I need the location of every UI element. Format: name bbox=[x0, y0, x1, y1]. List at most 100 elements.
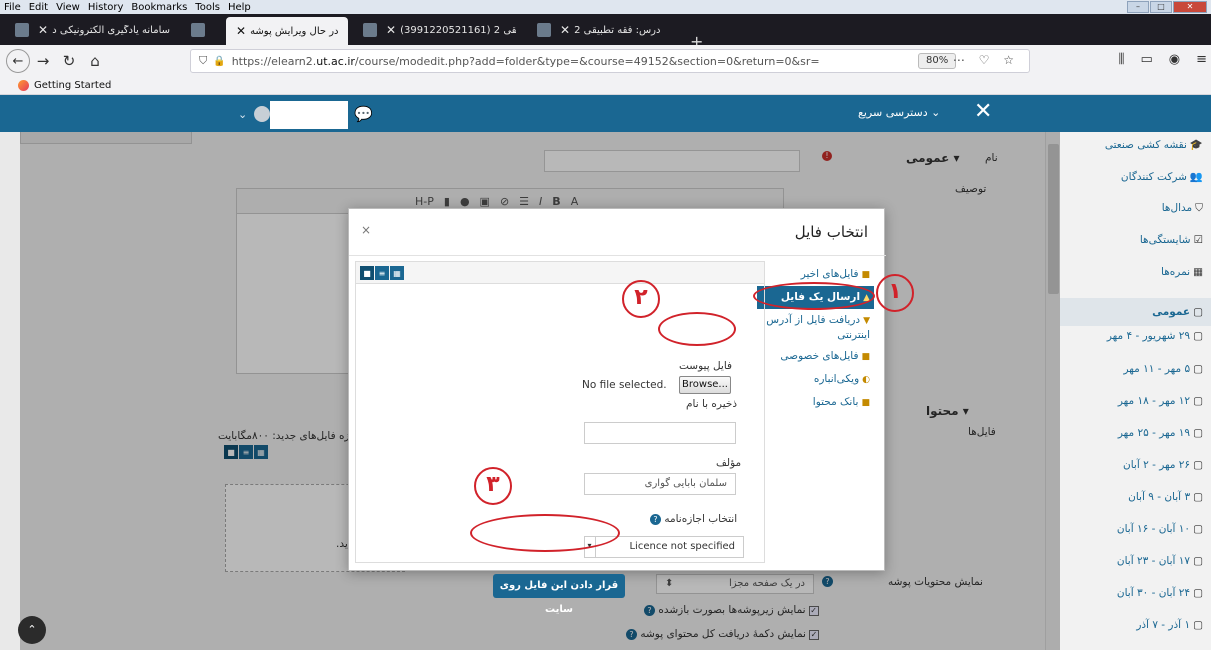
url-prefix: https://elearn2. bbox=[231, 54, 317, 68]
quick-access-menu[interactable]: دسترسی سریع ⌄ bbox=[858, 106, 940, 119]
repo-url-downloader[interactable]: ▼دریافت فایل از آدرس اینترنتی bbox=[757, 309, 874, 345]
menu-history[interactable]: History bbox=[84, 2, 128, 13]
tab-elearning[interactable]: ✕ سامانه یادگیری الکترونیکی دانشگا bbox=[4, 18, 176, 42]
repo-wikimedia[interactable]: ◐ویکی‌انباره bbox=[757, 368, 874, 391]
drawer-item[interactable]: ▢۲۶ مهر - ۲ آبان bbox=[1123, 459, 1203, 471]
library-icon[interactable]: ⫼ bbox=[1118, 52, 1124, 67]
list-view-icon[interactable]: ≡ bbox=[375, 266, 389, 280]
toolbar-right: ⫼ ▭ ◉ ≡ bbox=[1118, 52, 1207, 67]
drawer-item[interactable]: ☑شایستگی‌ها bbox=[1140, 234, 1203, 246]
menu-view[interactable]: View bbox=[52, 2, 84, 13]
close-icon[interactable]: ✕ bbox=[974, 99, 992, 124]
grid-view-icon[interactable]: ▦ bbox=[390, 266, 404, 280]
repo-content-bank[interactable]: ■بانک محتوا bbox=[757, 391, 874, 414]
tracking-shield-icon[interactable]: ⛉ bbox=[199, 54, 207, 68]
account-icon[interactable]: ◉ bbox=[1169, 52, 1180, 67]
menu-bar: File Edit View History Bookmarks Tools H… bbox=[0, 0, 1211, 14]
drawer-item-label: ۳ آبان - ۹ آبان bbox=[1128, 491, 1191, 503]
drawer-item-label: ۲۶ مهر - ۲ آبان bbox=[1123, 459, 1191, 471]
folder-icon: ■ bbox=[861, 270, 870, 280]
browse-button[interactable]: Browse... bbox=[679, 376, 731, 394]
maximize-button[interactable]: □ bbox=[1150, 1, 1172, 13]
wikimedia-icon: ◐ bbox=[862, 375, 870, 385]
reload-button[interactable]: ↻ bbox=[56, 48, 82, 74]
folder-icon: ▢ bbox=[1193, 306, 1203, 318]
drawer-item-label: ۲۹ شهریور - ۴ مهر bbox=[1106, 330, 1191, 342]
menu-tools[interactable]: Tools bbox=[191, 2, 224, 13]
tab-label: در حال ویرایش پوشه bbox=[250, 25, 339, 37]
drawer-item[interactable]: 👥شرکت کنندگان bbox=[1121, 170, 1203, 183]
folder-icon: ▢ bbox=[1193, 619, 1203, 631]
minimize-button[interactable]: – bbox=[1127, 1, 1149, 13]
menu-edit[interactable]: Edit bbox=[25, 2, 52, 13]
lock-icon[interactable]: 🔒 bbox=[213, 56, 225, 67]
drawer-item[interactable]: ▢۲۴ آبان - ۳۰ آبان bbox=[1117, 587, 1203, 599]
tab-course[interactable]: ✕ درس: فقه تطبیقی 2 bbox=[526, 18, 690, 42]
tab-close-icon[interactable]: ✕ bbox=[38, 23, 48, 37]
annotation-number-1: ۱ bbox=[876, 274, 914, 312]
message-icon[interactable]: 💬 bbox=[354, 105, 373, 123]
folder-icon: ▢ bbox=[1193, 459, 1203, 471]
folder-view-icon[interactable]: ■ bbox=[360, 266, 374, 280]
chevron-down-icon[interactable]: ⌄ bbox=[238, 108, 247, 121]
table-icon: ▦ bbox=[1193, 266, 1203, 278]
tab-close-icon[interactable]: ✕ bbox=[386, 23, 396, 37]
menu-help[interactable]: Help bbox=[224, 2, 255, 13]
home-button[interactable]: ⌂ bbox=[82, 48, 108, 74]
back-button[interactable]: ← bbox=[6, 49, 30, 73]
zoom-badge[interactable]: 80% bbox=[918, 53, 957, 69]
tab-close-icon[interactable]: ✕ bbox=[236, 24, 246, 38]
menu-file[interactable]: File bbox=[0, 2, 25, 13]
drawer-item[interactable]: ▢۳ آبان - ۹ آبان bbox=[1128, 491, 1203, 503]
nav-drawer: 🎓نقشه کشی صنعتی 👥شرکت کنندگان ⛉مدال‌ها ☑شای… bbox=[1060, 132, 1211, 650]
tab-blank[interactable] bbox=[180, 18, 220, 42]
users-icon: 👥 bbox=[1189, 171, 1203, 183]
drawer-item[interactable]: ▢۱۹ مهر - ۲۵ مهر bbox=[1118, 427, 1203, 439]
repo-private-files[interactable]: ■فایل‌های خصوصی bbox=[757, 345, 874, 368]
folder-icon: ▢ bbox=[1193, 491, 1203, 503]
dialog-close-button[interactable]: × bbox=[361, 223, 371, 237]
annotation-number-2: ۲ bbox=[622, 280, 660, 318]
annotation-ellipse-3 bbox=[470, 514, 620, 552]
help-icon[interactable]: ? bbox=[650, 514, 661, 525]
folder-icon: ▢ bbox=[1193, 395, 1203, 407]
shield-icon: ⛉ bbox=[1195, 202, 1203, 214]
favicon-icon bbox=[537, 23, 551, 37]
page-actions[interactable]: ⋯ ♡ ☆ bbox=[953, 53, 1019, 67]
tab-course-id[interactable]: ✕ (3991220521161) فقه تطبیقی 2 bbox=[352, 18, 522, 42]
left-gutter bbox=[0, 132, 20, 650]
avatar[interactable] bbox=[254, 106, 270, 122]
drawer-item[interactable]: ▢۱۲ مهر - ۱۸ مهر bbox=[1118, 395, 1203, 407]
checkbox-icon: ☑ bbox=[1193, 234, 1203, 246]
sidebar-icon[interactable]: ▭ bbox=[1140, 52, 1152, 67]
upload-file-button[interactable]: قرار دادن این فایل روی سایت bbox=[493, 574, 625, 615]
scroll-to-top-button[interactable]: ⌃ bbox=[18, 616, 46, 644]
tab-close-icon[interactable]: ✕ bbox=[560, 23, 570, 37]
author-input[interactable]: سلمان بابایی گواری bbox=[584, 473, 736, 495]
address-bar[interactable]: ⛉ 🔒 https://elearn2. ut.ac.ir/course/mode… bbox=[190, 49, 1030, 73]
drawer-item[interactable]: ⛉مدال‌ها bbox=[1162, 202, 1203, 215]
folder-icon: ■ bbox=[861, 398, 870, 408]
drawer-item[interactable]: ▢۲۹ شهریور - ۴ مهر bbox=[1107, 330, 1203, 342]
drawer-item[interactable]: 🎓نقشه کشی صنعتی bbox=[1105, 138, 1203, 151]
forward-button[interactable]: → bbox=[30, 48, 56, 74]
drawer-item[interactable]: ▢۱ آذر - ۷ آذر bbox=[1136, 619, 1203, 631]
drawer-item-label: نمره‌ها bbox=[1161, 266, 1191, 278]
firefox-icon bbox=[18, 80, 29, 91]
annotation-ellipse-1 bbox=[753, 282, 875, 310]
bookmark-getting-started[interactable]: Getting Started bbox=[34, 80, 111, 91]
drawer-item-label: ۱۲ مهر - ۱۸ مهر bbox=[1117, 395, 1191, 407]
drawer-item[interactable]: ▢عمومی bbox=[1060, 298, 1211, 326]
folder-icon: ▢ bbox=[1193, 587, 1203, 599]
drawer-item[interactable]: ▢۵ مهر - ۱۱ مهر bbox=[1123, 363, 1203, 375]
drawer-item[interactable]: ▢۱۰ آبان - ۱۶ آبان bbox=[1117, 523, 1203, 535]
window-close-button[interactable]: ✕ bbox=[1173, 1, 1207, 13]
tab-edit-folder[interactable]: ✕ در حال ویرایش پوشه bbox=[226, 17, 348, 45]
folder-icon: ▢ bbox=[1193, 427, 1203, 439]
drawer-item[interactable]: ▢۱۷ آبان - ۲۳ آبان bbox=[1117, 555, 1203, 567]
tab-strip: ✕ سامانه یادگیری الکترونیکی دانشگا ✕ در … bbox=[0, 14, 1211, 51]
hamburger-menu-icon[interactable]: ≡ bbox=[1196, 52, 1207, 67]
save-as-input[interactable] bbox=[584, 422, 736, 444]
drawer-item[interactable]: ▦نمره‌ها bbox=[1161, 266, 1203, 278]
menu-bookmarks[interactable]: Bookmarks bbox=[127, 2, 191, 13]
